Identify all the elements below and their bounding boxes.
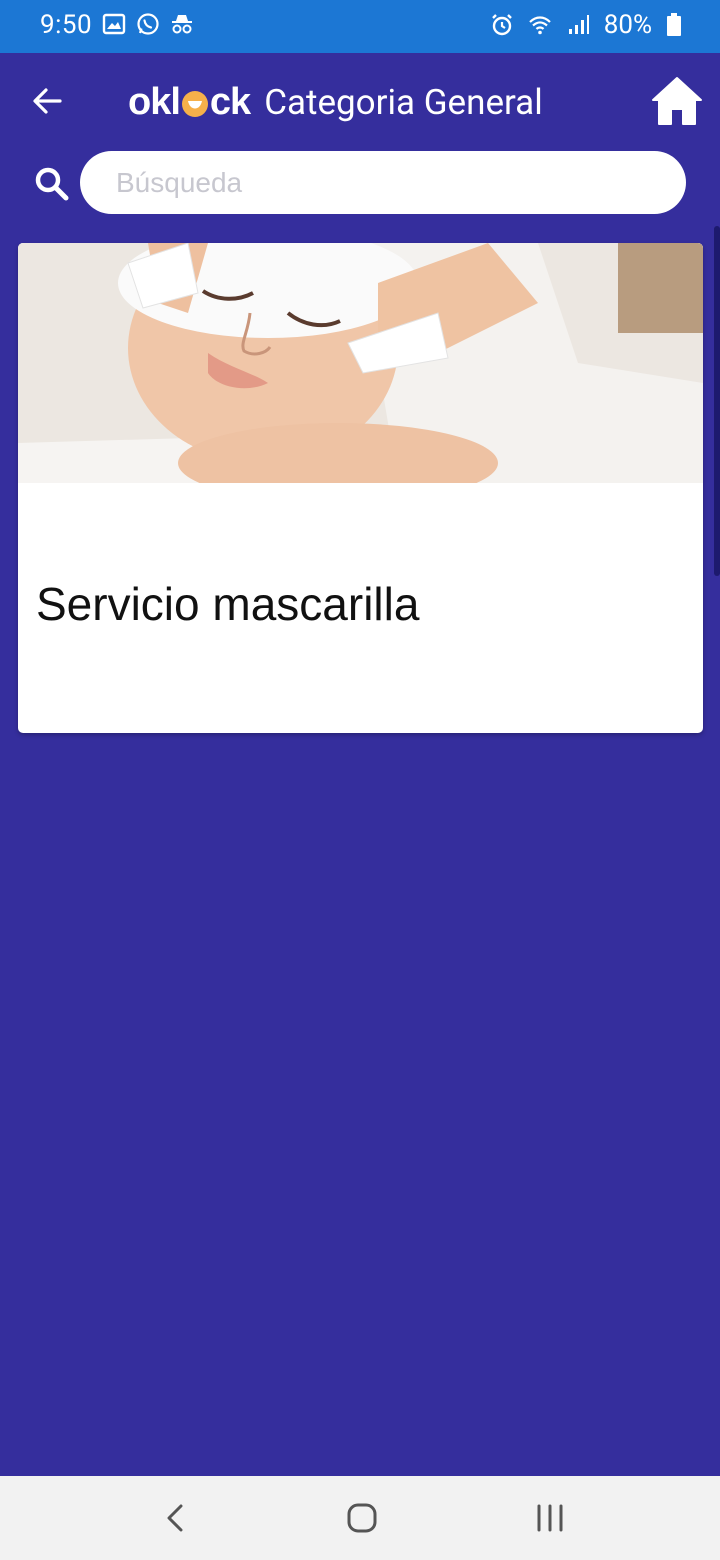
back-nav-icon[interactable] (156, 1498, 196, 1538)
gallery-icon (102, 13, 126, 35)
home-nav-icon[interactable] (342, 1498, 382, 1538)
signal-icon (568, 15, 589, 34)
category-card[interactable]: Servicio mascarilla (18, 243, 703, 733)
card-title: Servicio mascarilla (36, 578, 420, 630)
status-bar: 9:50 80% (0, 0, 720, 53)
system-nav-bar (0, 1476, 720, 1560)
app-header: okl ck Categoria General (0, 53, 720, 150)
wifi-icon (528, 16, 551, 35)
status-system-icons: 80% (490, 10, 682, 40)
status-notification-icons (102, 12, 194, 36)
page-title: Categoria General (264, 81, 543, 123)
search-icon[interactable] (34, 166, 70, 202)
scrollbar[interactable] (714, 226, 720, 576)
logo-text-end: ck (209, 80, 251, 123)
whatsapp-icon (137, 13, 159, 35)
brand: okl ck Categoria General (128, 79, 543, 125)
alarm-icon (491, 14, 512, 36)
incognito-icon (172, 15, 192, 34)
logo-text-start: okl (128, 80, 181, 123)
search-input[interactable] (80, 151, 686, 214)
status-time: 9:50 (40, 10, 93, 40)
home-icon[interactable] (650, 75, 704, 127)
battery-percentage: 80% (603, 10, 652, 40)
facial-treatment-image (18, 243, 703, 483)
oklock-logo: okl ck (128, 80, 251, 124)
back-arrow-icon[interactable] (28, 81, 68, 121)
logo-smile-icon (181, 91, 208, 117)
battery-icon (667, 13, 681, 36)
recents-nav-icon[interactable] (530, 1498, 570, 1538)
